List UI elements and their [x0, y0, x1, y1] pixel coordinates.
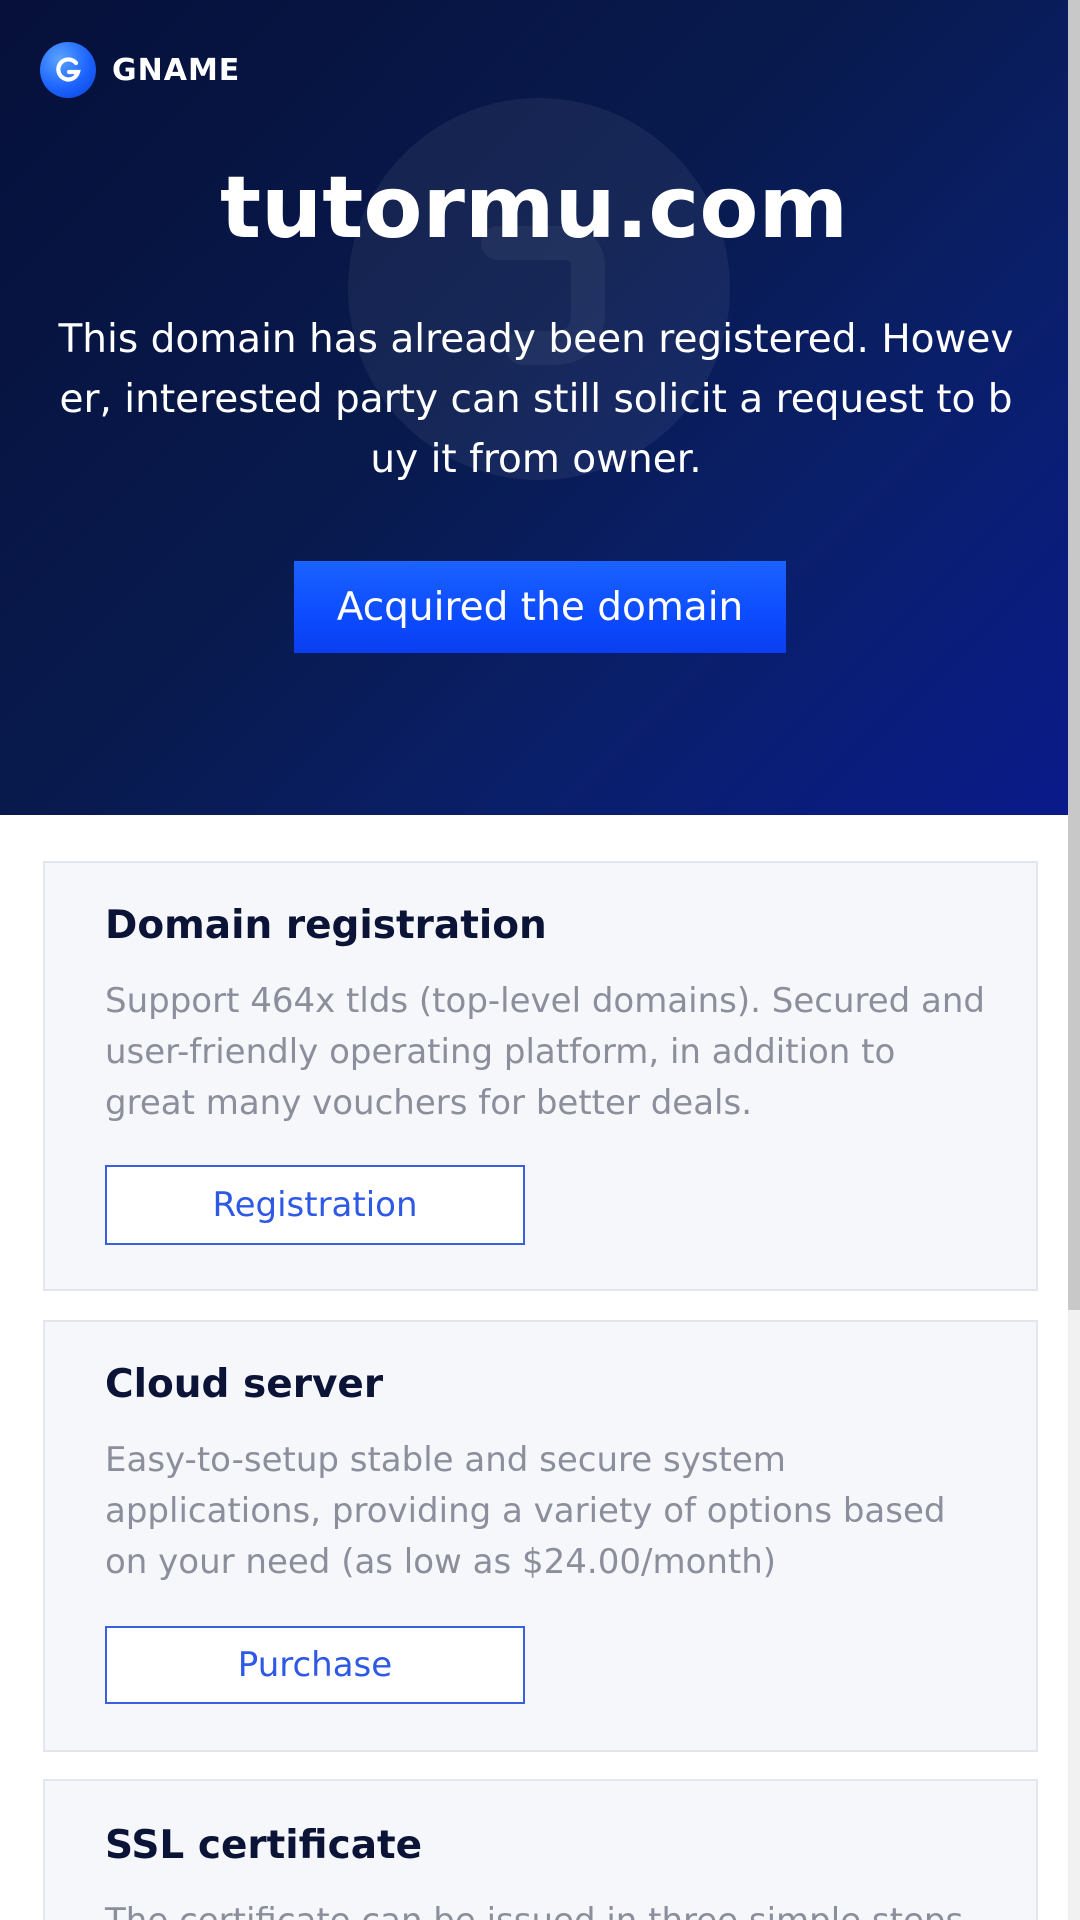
domain-status-description: This domain has already been registered.…: [58, 317, 1014, 482]
card-title: SSL certificate: [105, 1823, 423, 1868]
registration-button[interactable]: Registration: [105, 1165, 525, 1245]
card-domain-registration: Domain registration Support 464x tlds (t…: [43, 861, 1038, 1291]
card-description: Easy-to-setup stable and secure system a…: [105, 1440, 946, 1582]
card-title: Cloud server: [105, 1362, 384, 1407]
brand[interactable]: GNAME: [40, 42, 240, 98]
brand-name: GNAME: [112, 52, 241, 88]
gname-g-logo-icon: [40, 42, 96, 98]
card-ssl-certificate: SSL certificate The certificate can be i…: [43, 1779, 1038, 1920]
domain-title: tutormu.com: [219, 158, 849, 258]
card-description: Support 464x tlds (top-level domains). S…: [105, 981, 985, 1123]
card-title: Domain registration: [105, 903, 547, 948]
card-description: The certificate can be issued in three s…: [105, 1896, 985, 1920]
card-cloud-server: Cloud server Easy-to-setup stable and se…: [43, 1320, 1038, 1752]
page: GNAME tutormu.com This domain has alread…: [0, 0, 1080, 1920]
scrollbar-thumb[interactable]: [1068, 0, 1080, 1310]
acquire-domain-button[interactable]: Acquired the domain: [294, 561, 786, 653]
purchase-button[interactable]: Purchase: [105, 1626, 525, 1704]
hero-banner: GNAME tutormu.com This domain has alread…: [0, 0, 1068, 815]
